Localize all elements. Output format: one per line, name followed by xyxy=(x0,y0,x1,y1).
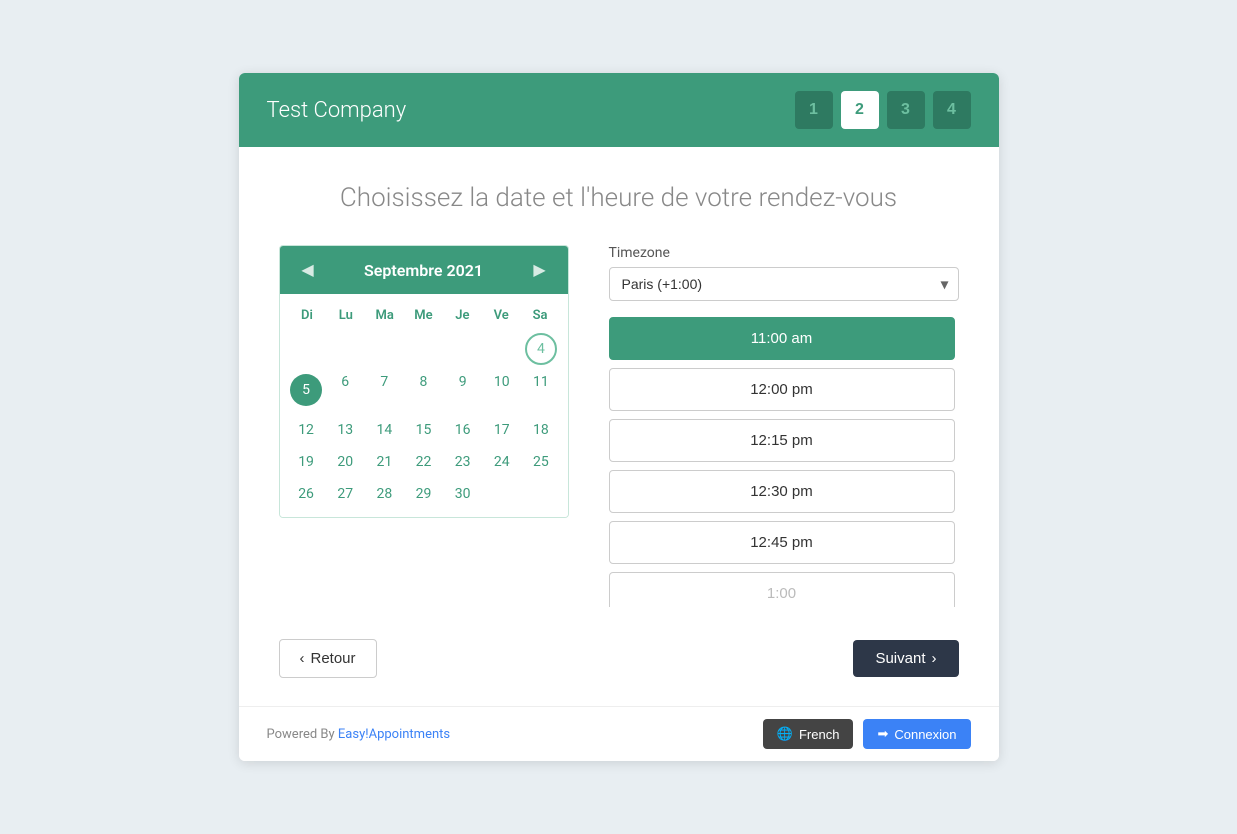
timezone-select[interactable]: Paris (+1:00) London (+0:00) New York (-… xyxy=(609,267,959,301)
timezone-select-wrap: Paris (+1:00) London (+0:00) New York (-… xyxy=(609,267,959,301)
brand-link[interactable]: Easy!Appointments xyxy=(338,727,450,742)
day-header-lu: Lu xyxy=(326,302,365,329)
calendar-prev-button[interactable]: ◀ xyxy=(296,258,320,282)
day-9[interactable]: 9 xyxy=(444,367,481,413)
day-header-di: Di xyxy=(288,302,327,329)
empty-cell xyxy=(522,479,559,509)
calendar-grid: Di Lu Ma Me Je Ve Sa xyxy=(280,294,568,517)
day-12[interactable]: 12 xyxy=(288,415,325,445)
empty-cell xyxy=(483,333,520,365)
next-button[interactable]: Suivant › xyxy=(853,640,958,677)
time-slot-1100am[interactable]: 11:00 am xyxy=(609,317,955,360)
powered-by-text: Powered By Easy!Appointments xyxy=(267,727,451,742)
login-icon: ➡ xyxy=(877,726,888,742)
day-15[interactable]: 15 xyxy=(405,415,442,445)
day-19[interactable]: 19 xyxy=(288,447,325,477)
content-area: Choisissez la date et l'heure de votre r… xyxy=(239,147,999,706)
calendar-next-button[interactable]: ▶ xyxy=(527,258,551,282)
day-30[interactable]: 30 xyxy=(444,479,481,509)
time-slot-100pm[interactable]: 1:00 xyxy=(609,572,955,607)
globe-icon: 🌐 xyxy=(777,726,793,742)
back-label: Retour xyxy=(311,650,356,667)
day-header-je: Je xyxy=(443,302,482,329)
step-3-button[interactable]: 3 xyxy=(887,91,925,129)
day-4[interactable]: 4 xyxy=(525,333,557,365)
time-slot-1200pm[interactable]: 12:00 pm xyxy=(609,368,955,411)
day-14[interactable]: 14 xyxy=(366,415,403,445)
main-container: Test Company 1 2 3 4 Choisissez la date … xyxy=(239,73,999,761)
language-button[interactable]: 🌐 French xyxy=(763,719,854,749)
empty-cell xyxy=(366,333,403,365)
day-13[interactable]: 13 xyxy=(327,415,364,445)
company-name: Test Company xyxy=(267,98,407,123)
login-label: Connexion xyxy=(894,727,956,742)
days-grid: 4 5 6 7 8 9 10 11 12 13 xyxy=(288,333,560,509)
calendar-header: ◀ Septembre 2021 ▶ xyxy=(280,246,568,294)
day-21[interactable]: 21 xyxy=(366,447,403,477)
step-1-button[interactable]: 1 xyxy=(795,91,833,129)
language-label: French xyxy=(799,727,839,742)
day-header-me: Me xyxy=(404,302,443,329)
empty-cell xyxy=(288,333,325,365)
step-4-button[interactable]: 4 xyxy=(933,91,971,129)
day-header-ma: Ma xyxy=(365,302,404,329)
time-slot-1215pm[interactable]: 12:15 pm xyxy=(609,419,955,462)
empty-cell xyxy=(444,333,481,365)
right-panel: Timezone Paris (+1:00) London (+0:00) Ne… xyxy=(609,245,959,607)
time-slot-1230pm[interactable]: 12:30 pm xyxy=(609,470,955,513)
calendar-month-year: Septembre 2021 xyxy=(364,261,483,280)
day-11[interactable]: 11 xyxy=(522,367,559,413)
empty-cell xyxy=(405,333,442,365)
chevron-left-icon: ‹ xyxy=(300,650,305,667)
day-7[interactable]: 7 xyxy=(366,367,403,413)
day-10[interactable]: 10 xyxy=(483,367,520,413)
header: Test Company 1 2 3 4 xyxy=(239,73,999,147)
time-slot-1245pm[interactable]: 12:45 pm xyxy=(609,521,955,564)
calendar: ◀ Septembre 2021 ▶ Di Lu Ma Me Je Ve Sa xyxy=(279,245,569,518)
next-label: Suivant xyxy=(875,650,925,667)
day-23[interactable]: 23 xyxy=(444,447,481,477)
day-25[interactable]: 25 xyxy=(522,447,559,477)
day-headers: Di Lu Ma Me Je Ve Sa xyxy=(288,302,560,329)
footer: Powered By Easy!Appointments 🌐 French ➡ … xyxy=(239,706,999,761)
day-5[interactable]: 5 xyxy=(288,367,324,413)
timezone-label: Timezone xyxy=(609,245,959,261)
back-button[interactable]: ‹ Retour xyxy=(279,639,377,678)
day-16[interactable]: 16 xyxy=(444,415,481,445)
nav-buttons: ‹ Retour Suivant › xyxy=(279,639,959,678)
day-22[interactable]: 22 xyxy=(405,447,442,477)
day-27[interactable]: 27 xyxy=(327,479,364,509)
page-heading: Choisissez la date et l'heure de votre r… xyxy=(279,183,959,213)
day-header-sa: Sa xyxy=(521,302,560,329)
body-layout: ◀ Septembre 2021 ▶ Di Lu Ma Me Je Ve Sa xyxy=(279,245,959,607)
day-6[interactable]: 6 xyxy=(327,367,364,413)
day-18[interactable]: 18 xyxy=(522,415,559,445)
empty-cell xyxy=(483,479,520,509)
day-8[interactable]: 8 xyxy=(405,367,442,413)
day-24[interactable]: 24 xyxy=(483,447,520,477)
day-header-ve: Ve xyxy=(482,302,521,329)
time-slots-container: 11:00 am 12:00 pm 12:15 pm 12:30 pm 12:4… xyxy=(609,317,959,607)
empty-cell xyxy=(327,333,364,365)
step-indicators: 1 2 3 4 xyxy=(795,91,971,129)
day-28[interactable]: 28 xyxy=(366,479,403,509)
login-button[interactable]: ➡ Connexion xyxy=(863,719,970,749)
day-20[interactable]: 20 xyxy=(327,447,364,477)
day-17[interactable]: 17 xyxy=(483,415,520,445)
day-26[interactable]: 26 xyxy=(288,479,325,509)
step-2-button[interactable]: 2 xyxy=(841,91,879,129)
day-29[interactable]: 29 xyxy=(405,479,442,509)
chevron-right-icon: › xyxy=(932,650,937,667)
footer-actions: 🌐 French ➡ Connexion xyxy=(763,719,971,749)
